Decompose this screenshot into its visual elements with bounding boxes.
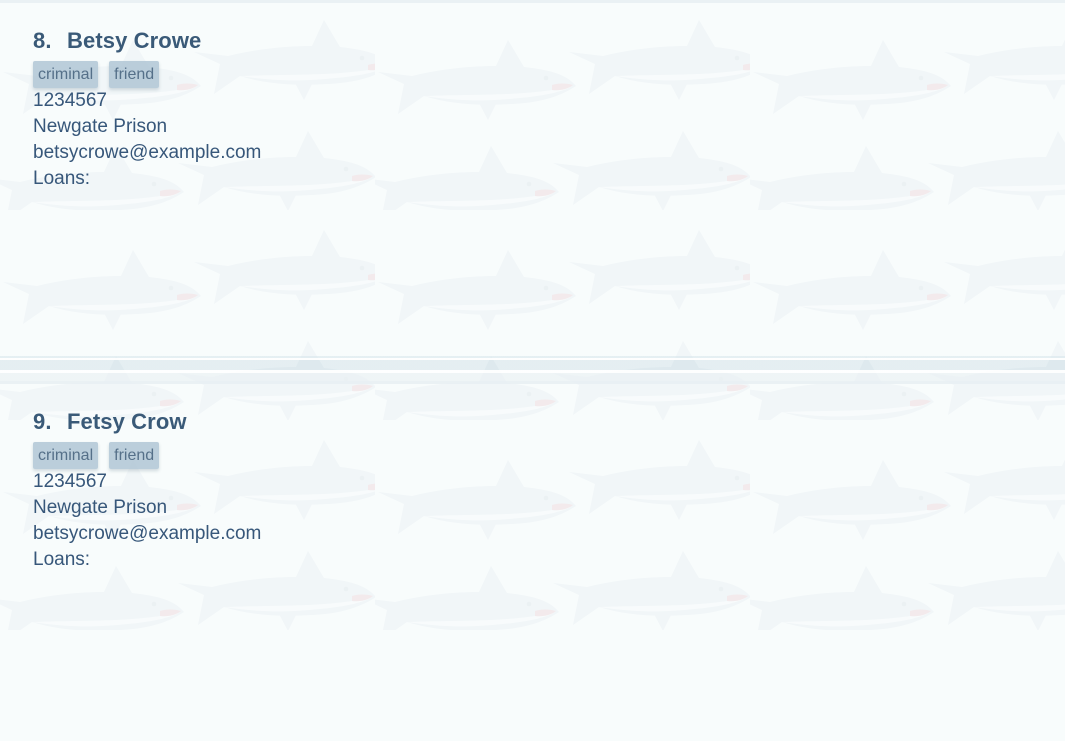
person-name: Betsy Crowe <box>67 28 202 53</box>
person-index: 9. <box>33 409 52 434</box>
loans-label: Loans: <box>33 549 91 570</box>
person-name: Fetsy Crow <box>67 409 187 434</box>
person-address: Newgate Prison <box>33 497 168 518</box>
tag-criminal: criminal <box>33 61 99 88</box>
person-email: betsycrowe@example.com <box>33 142 262 163</box>
person-phone: 1234567 <box>33 90 107 111</box>
tag-list: criminal friend <box>33 442 1065 469</box>
person-phone: 1234567 <box>33 471 107 492</box>
person-email: betsycrowe@example.com <box>33 523 262 544</box>
tag-criminal: criminal <box>33 442 99 469</box>
person-address: Newgate Prison <box>33 116 168 137</box>
tag-list: criminal friend <box>33 61 1065 88</box>
person-card[interactable]: 9. Fetsy Crow criminal friend 1234567 Ne… <box>0 381 1065 741</box>
loans-label: Loans: <box>33 168 91 189</box>
person-header: 9. Fetsy Crow <box>33 409 1065 437</box>
person-header: 8. Betsy Crowe <box>33 28 1065 56</box>
person-index: 8. <box>33 28 52 53</box>
person-card[interactable]: 8. Betsy Crowe criminal friend 1234567 N… <box>0 0 1065 360</box>
person-list: 8. Betsy Crowe criminal friend 1234567 N… <box>0 0 1065 741</box>
tag-friend: friend <box>109 442 160 469</box>
tag-friend: friend <box>109 61 160 88</box>
list-cell-divider <box>0 356 1065 381</box>
